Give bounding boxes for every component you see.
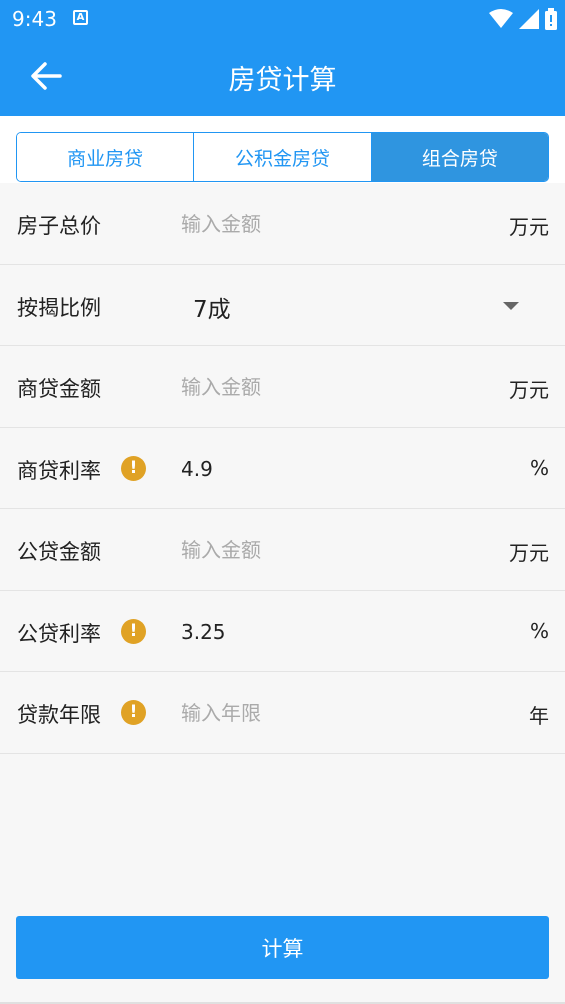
loan-type-tabs: 商业房贷 公积金房贷 组合房贷 <box>16 132 549 182</box>
commercial-rate-input[interactable] <box>181 451 481 486</box>
down-payment-select[interactable] <box>181 273 551 337</box>
status-icons <box>489 8 557 30</box>
signal-icon <box>519 9 539 29</box>
tabs-container: 商业房贷 公积金房贷 组合房贷 <box>0 116 565 183</box>
loan-term-input[interactable] <box>181 696 481 730</box>
total-price-unit: 万元 <box>509 215 549 239</box>
commercial-rate-label: 商贷利率 <box>17 458 101 483</box>
commercial-rate-warning-icon[interactable]: ! <box>121 455 146 481</box>
fund-rate-warning-icon[interactable]: ! <box>121 618 146 644</box>
down-payment-value: 7成 <box>193 296 231 323</box>
commercial-rate-row: 商贷利率 ! % <box>0 427 565 509</box>
fund-amount-row: 公贷金额 万元 <box>0 509 565 591</box>
fund-amount-input[interactable] <box>181 533 481 567</box>
tab-commercial-loan[interactable]: 商业房贷 <box>17 133 194 181</box>
down-payment-label: 按揭比例 <box>17 295 101 320</box>
loan-term-unit: 年 <box>529 704 549 728</box>
tab-provident-fund-loan[interactable]: 公积金房贷 <box>193 133 371 181</box>
commercial-amount-row: 商贷金额 万元 <box>0 346 565 428</box>
battery-icon <box>545 8 557 30</box>
commercial-amount-unit: 万元 <box>509 378 549 402</box>
fund-rate-unit: % <box>529 618 549 643</box>
total-price-row: 房子总价 万元 <box>0 183 565 265</box>
fund-amount-unit: 万元 <box>509 541 549 565</box>
commercial-amount-input[interactable] <box>181 370 481 404</box>
loan-term-row: 贷款年限 ! 年 <box>0 672 565 754</box>
commercial-rate-unit: % <box>529 455 549 480</box>
tab-combined-loan[interactable]: 组合房贷 <box>370 133 548 181</box>
fund-rate-input[interactable] <box>181 614 481 649</box>
notification-a-icon: A <box>73 10 88 25</box>
fund-amount-label: 公贷金额 <box>17 540 101 564</box>
calculate-button[interactable]: 计算 <box>16 916 549 979</box>
loan-form: 房子总价 万元 按揭比例 7成 商贷金额 万元 商贷利率 ! % 公贷金额 万元… <box>0 183 565 754</box>
loan-term-warning-icon[interactable]: ! <box>121 700 146 725</box>
dropdown-arrow-icon <box>503 301 519 310</box>
app-bar: 房贷计算 <box>0 36 565 116</box>
total-price-input[interactable] <box>181 207 481 241</box>
fund-rate-row: 公贷利率 ! % <box>0 590 565 672</box>
status-time: 9:43 <box>12 7 57 31</box>
page-title: 房贷计算 <box>228 65 337 96</box>
total-price-label: 房子总价 <box>17 214 101 238</box>
loan-term-label: 贷款年限 <box>17 703 101 727</box>
status-bar: 9:43 A <box>0 0 565 36</box>
wifi-icon <box>489 9 513 28</box>
commercial-amount-label: 商贷金额 <box>17 377 101 401</box>
down-payment-row: 按揭比例 7成 <box>0 264 565 346</box>
fund-rate-label: 公贷利率 <box>17 621 101 646</box>
